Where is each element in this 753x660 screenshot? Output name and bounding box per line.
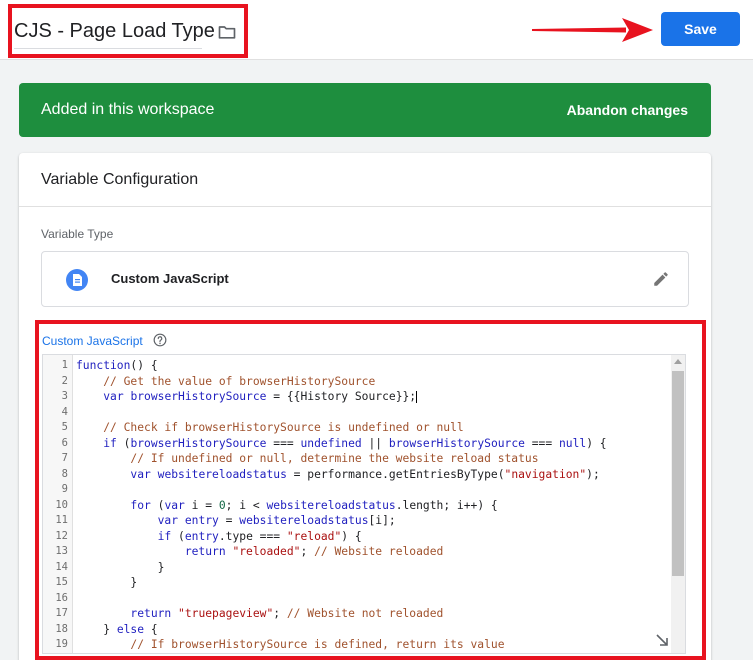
- line-number: 7: [61, 452, 68, 464]
- code-text: var entry = websitereloadstatus[i];: [157, 514, 396, 527]
- banner-message: Added in this workspace: [41, 101, 215, 118]
- code-text: // If undefined or null, determine the w…: [130, 452, 539, 465]
- line-number: 8: [61, 467, 68, 480]
- code-line[interactable]: 9: [43, 482, 671, 498]
- pencil-icon[interactable]: [652, 270, 670, 288]
- code-line[interactable]: 13 return "reloaded"; // Website reloade…: [43, 544, 671, 560]
- code-line[interactable]: 5 // Check if browserHistorySource is un…: [43, 420, 671, 436]
- code-text: // Check if browserHistorySource is unde…: [103, 421, 464, 434]
- resize-handle-icon[interactable]: [655, 633, 669, 647]
- workspace-status-banner: Added in this workspace Abandon changes: [19, 83, 711, 137]
- line-number: 19: [55, 638, 68, 650]
- title-highlight-box: CJS - Page Load Type: [8, 4, 248, 58]
- line-number: 2: [61, 374, 68, 387]
- scroll-up-arrow-icon[interactable]: [674, 359, 682, 364]
- code-line[interactable]: 12 if (entry.type === "reload") {: [43, 529, 671, 545]
- document-icon: [66, 269, 88, 291]
- code-text: if (browserHistorySource === undefined |…: [103, 436, 607, 450]
- code-text: return "reloaded"; // Website reloaded: [184, 545, 444, 558]
- text-cursor: [416, 391, 418, 403]
- line-number: 5: [61, 421, 68, 433]
- abandon-changes-button[interactable]: Abandon changes: [567, 102, 688, 118]
- code-line[interactable]: 11 var entry = websitereloadstatus[i];: [43, 513, 671, 529]
- line-number: 16: [55, 591, 68, 604]
- code-line[interactable]: 19 // If browserHistorySource is defined…: [43, 637, 671, 653]
- code-line[interactable]: 14 }: [43, 560, 671, 576]
- line-number: 9: [61, 483, 68, 495]
- line-number: 12: [55, 529, 68, 542]
- variable-type-name: Custom JavaScript: [111, 271, 229, 286]
- code-text: } else {: [76, 622, 158, 636]
- card-divider: [19, 206, 711, 207]
- card-title: Variable Configuration: [41, 171, 199, 188]
- variable-name-input[interactable]: CJS - Page Load Type: [14, 20, 215, 43]
- code-line[interactable]: 15 }: [43, 575, 671, 591]
- help-icon[interactable]: [153, 333, 167, 347]
- scroll-thumb[interactable]: [672, 371, 684, 576]
- code-text: return "truepageview"; // Website not re…: [130, 607, 444, 620]
- line-number: 4: [61, 405, 68, 418]
- code-text: var browserHistorySource = {{History Sou…: [103, 390, 418, 403]
- line-number: 11: [55, 514, 68, 526]
- code-line[interactable]: 10 for (var i = 0; i < websitereloadstat…: [43, 498, 671, 514]
- code-editor[interactable]: 1 function() { 2 // Get the value of brows…: [42, 354, 686, 654]
- code-line[interactable]: 18 } else {: [43, 622, 671, 638]
- code-line[interactable]: 4: [43, 405, 671, 421]
- code-text: for (var i = 0; i < websitereloadstatus.…: [130, 498, 498, 512]
- editor-scrollbar[interactable]: [671, 355, 685, 653]
- code-text: }: [76, 576, 138, 589]
- line-number: 14: [55, 560, 68, 573]
- top-bar: CJS - Page Load Type Save: [0, 0, 753, 60]
- line-number: 13: [55, 545, 68, 557]
- code-text: function() {: [76, 359, 158, 372]
- line-number: 10: [55, 498, 68, 511]
- code-line[interactable]: 17 return "truepageview"; // Website not…: [43, 606, 671, 622]
- code-text: }: [76, 560, 165, 574]
- code-area[interactable]: 1 function() { 2 // Get the value of brows…: [43, 358, 671, 653]
- code-text: if (entry.type === "reload") {: [157, 529, 362, 543]
- arrow-annotation: [532, 18, 653, 42]
- code-line[interactable]: 8 var websitereloadstatus = performance.…: [43, 467, 671, 483]
- code-line[interactable]: 7 // If undefined or null, determine the…: [43, 451, 671, 467]
- line-number: 6: [61, 436, 68, 449]
- code-line[interactable]: 3 var browserHistorySource = {{History S…: [43, 389, 671, 405]
- code-text: var websitereloadstatus = performance.ge…: [130, 467, 600, 481]
- folder-icon[interactable]: [216, 22, 238, 42]
- code-line[interactable]: 1 function() {: [43, 358, 671, 374]
- code-text: // If browserHistorySource is defined, r…: [130, 638, 505, 651]
- code-line[interactable]: 6 if (browserHistorySource === undefined…: [43, 436, 671, 452]
- code-line[interactable]: 16: [43, 591, 671, 607]
- save-button[interactable]: Save: [661, 12, 740, 46]
- custom-javascript-highlight-box: Custom JavaScript 1 function() { 2 // Get …: [35, 320, 706, 660]
- variable-type-label: Variable Type: [41, 227, 114, 241]
- title-underline: [14, 48, 202, 49]
- variable-type-selector[interactable]: Custom JavaScript: [41, 251, 689, 307]
- line-number: 15: [55, 576, 68, 588]
- line-number: 3: [61, 390, 68, 402]
- code-line[interactable]: 2 // Get the value of browserHistorySour…: [43, 374, 671, 390]
- line-number: 1: [61, 359, 68, 371]
- line-number: 17: [55, 607, 68, 619]
- code-text: // Get the value of browserHistorySource: [103, 374, 376, 388]
- custom-javascript-label: Custom JavaScript: [42, 334, 143, 348]
- line-number: 18: [55, 622, 68, 635]
